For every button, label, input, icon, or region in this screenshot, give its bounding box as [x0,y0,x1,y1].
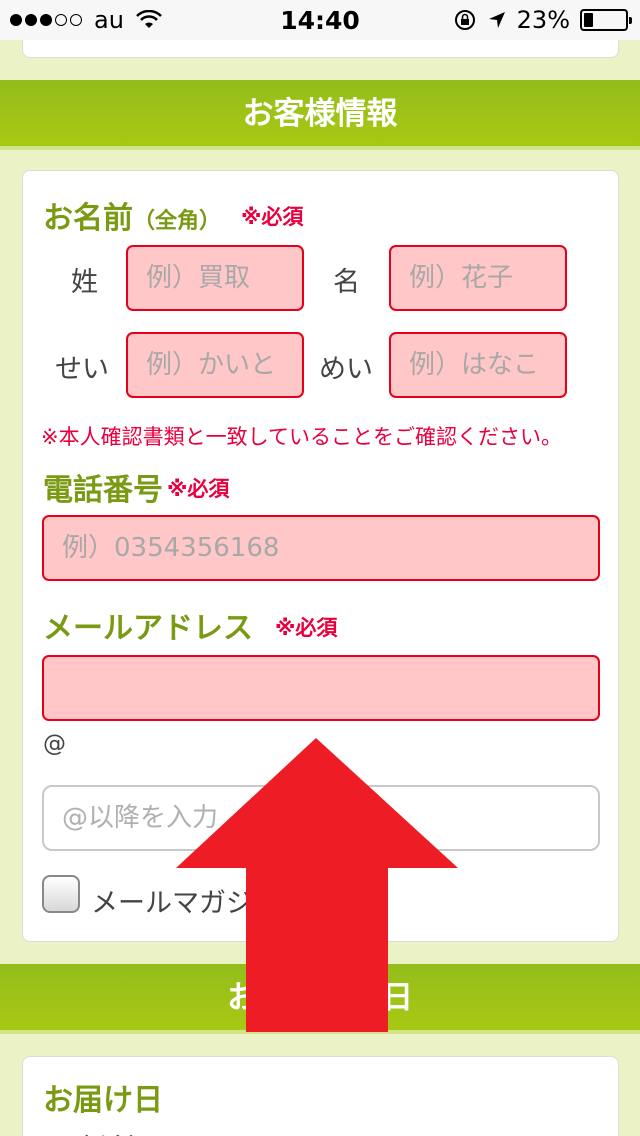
arrow-up-shape [176,738,458,1032]
arrow-up-annotation [176,738,458,1032]
